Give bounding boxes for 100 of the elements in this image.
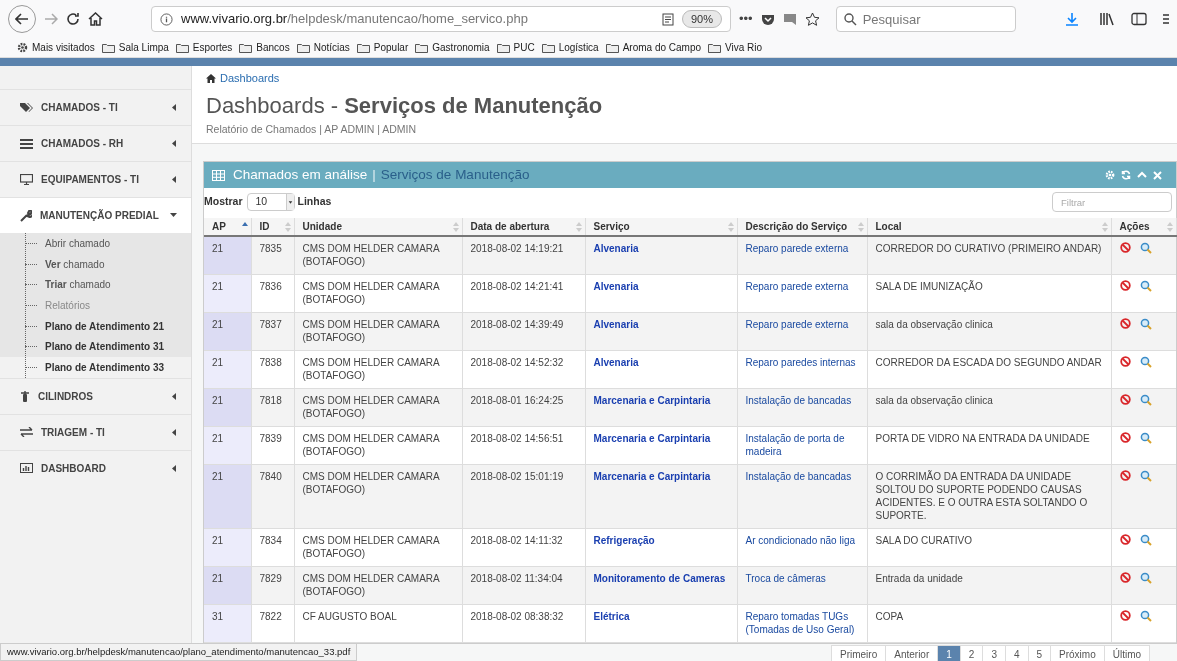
column-header[interactable]: ID	[251, 218, 294, 237]
block-icon[interactable]	[1119, 610, 1131, 622]
search-icon[interactable]	[1139, 242, 1152, 255]
search-icon[interactable]	[1139, 432, 1152, 445]
column-header[interactable]: Serviço	[585, 218, 737, 237]
service-link[interactable]: Marcenaria e Carpintaria	[585, 426, 737, 465]
service-link[interactable]: Alvenaria	[585, 274, 737, 313]
submenu-link[interactable]: Ver chamado	[45, 256, 105, 272]
service-link[interactable]: Marcenaria e Carpintaria	[585, 464, 737, 529]
download-icon[interactable]	[1065, 12, 1079, 26]
service-link[interactable]: Elétrica	[585, 604, 737, 643]
search-icon[interactable]	[1139, 356, 1152, 369]
table-cell: CMS DOM HELDER CAMARA (BOTAFOGO)	[294, 426, 462, 465]
block-icon[interactable]	[1119, 572, 1131, 584]
service-link[interactable]: Alvenaria	[585, 312, 737, 351]
block-icon[interactable]	[1119, 242, 1131, 254]
bookmark-link[interactable]: Viva Rio	[725, 40, 763, 55]
service-link[interactable]: Monitoramento de Cameras	[585, 566, 737, 605]
block-icon[interactable]	[1119, 394, 1131, 406]
home-icon[interactable]	[88, 12, 103, 26]
reload-icon[interactable]	[66, 12, 80, 26]
info-icon[interactable]	[160, 12, 173, 26]
refresh-icon[interactable]	[1121, 170, 1131, 181]
menu-icon[interactable]	[1163, 12, 1169, 26]
bookmark-link[interactable]: Logística	[558, 40, 599, 55]
table-cell: 2018-08-02 14:39:49	[462, 312, 585, 351]
block-icon[interactable]	[1119, 280, 1131, 292]
table-cell: CMS DOM HELDER CAMARA (BOTAFOGO)	[294, 274, 462, 313]
search-field[interactable]: Pesquisar	[835, 6, 1016, 32]
bookmark-icon[interactable]	[782, 12, 797, 26]
search-icon[interactable]	[1139, 610, 1152, 623]
submenu-link[interactable]: Plano de Atendimento 31	[45, 339, 165, 355]
library-icon[interactable]	[1099, 12, 1115, 26]
service-link[interactable]: Marcenaria e Carpintaria	[585, 388, 737, 427]
sidebar-icon[interactable]	[1131, 12, 1147, 26]
block-icon[interactable]	[1119, 318, 1131, 330]
column-header[interactable]: Ações	[1111, 218, 1176, 237]
service-link[interactable]: Alvenaria	[585, 350, 737, 389]
close-icon[interactable]	[1153, 170, 1162, 181]
table-cell: 2018-08-02 14:21:41	[462, 274, 585, 313]
table-cell: 2018-08-02 11:34:04	[462, 566, 585, 605]
search-icon[interactable]	[1139, 394, 1152, 407]
block-icon[interactable]	[1119, 432, 1131, 444]
page-button[interactable]: 3	[982, 645, 1006, 661]
folder-icon	[708, 42, 722, 53]
search-icon[interactable]	[1139, 534, 1152, 547]
page-button[interactable]: Próximo	[1050, 645, 1105, 661]
bookmark-link[interactable]: Notícias	[313, 40, 350, 55]
block-icon[interactable]	[1119, 356, 1131, 368]
submenu-link[interactable]: Abrir chamado	[45, 235, 111, 251]
service-link[interactable]: Refrigeração	[585, 528, 737, 567]
table-cell: Reparo parede externa	[737, 236, 867, 275]
settings-icon[interactable]	[1105, 170, 1115, 181]
page-button[interactable]: 1	[937, 645, 961, 661]
reader-icon[interactable]	[661, 12, 674, 26]
panel-title: Chamados em análise	[233, 166, 368, 185]
bookmark-link[interactable]: PUC	[513, 40, 535, 55]
bookmark-link[interactable]: Aroma do Campo	[622, 40, 702, 55]
bookmark-link[interactable]: Esportes	[192, 40, 233, 55]
column-header[interactable]: Descrição do Serviço	[737, 218, 867, 237]
bookmark-link[interactable]: Popular	[373, 40, 409, 55]
page-button[interactable]: Primeiro	[831, 645, 887, 661]
search-icon[interactable]	[1139, 572, 1152, 585]
page-button[interactable]: Anterior	[885, 645, 939, 661]
table-cell: CMS DOM HELDER CAMARA (BOTAFOGO)	[294, 528, 462, 567]
column-header[interactable]: AP	[204, 218, 251, 237]
block-icon[interactable]	[1119, 534, 1131, 546]
bookmark-link[interactable]: Sala Limpa	[118, 40, 169, 55]
star-icon[interactable]	[804, 12, 820, 26]
page-actions-button[interactable]: •••	[739, 9, 753, 29]
length-select[interactable]: 10	[246, 193, 295, 212]
bookmark-link[interactable]: Gastronomia	[432, 40, 490, 55]
column-header[interactable]: Local	[867, 218, 1111, 237]
address-bar[interactable]: www.vivario.org.br/helpdesk/manutencao/home_servico.php 90%	[151, 6, 731, 32]
table-cell: SALA DO CURATIVO	[867, 528, 1111, 567]
submenu-link[interactable]: Triar chamado	[45, 277, 111, 293]
back-arrow-icon	[15, 12, 29, 26]
submenu-link[interactable]: Plano de Atendimento 21	[45, 318, 165, 334]
table-cell: 7818	[251, 388, 294, 427]
search-icon[interactable]	[1139, 318, 1152, 331]
monitor-icon	[20, 174, 33, 185]
bookmark-link[interactable]: Mais visitados	[32, 40, 95, 55]
search-icon[interactable]	[1139, 470, 1152, 483]
filter-field[interactable]: Filtrar	[1052, 192, 1172, 213]
sort-icon	[284, 222, 291, 233]
column-header[interactable]: Data de abertura	[462, 218, 585, 237]
page-button[interactable]: 5	[1027, 645, 1052, 661]
zoom-level[interactable]: 90%	[681, 9, 722, 29]
breadcrumb-link[interactable]: Dashboards	[220, 70, 280, 87]
page-button[interactable]: Último	[1103, 645, 1151, 661]
page-button[interactable]: 2	[959, 645, 984, 661]
page-button[interactable]: 4	[1004, 645, 1029, 661]
bookmark-link[interactable]: Bancos	[256, 40, 290, 55]
pocket-icon[interactable]	[760, 12, 775, 26]
table-cell: sala da observação clinica	[867, 388, 1111, 427]
sidebar-item[interactable]: MANUTENÇÃO PREDIAL	[0, 197, 191, 233]
search-icon[interactable]	[1139, 280, 1152, 293]
block-icon[interactable]	[1119, 470, 1131, 482]
column-header[interactable]: Unidade	[294, 218, 462, 237]
service-link[interactable]: Alvenaria	[585, 236, 737, 275]
